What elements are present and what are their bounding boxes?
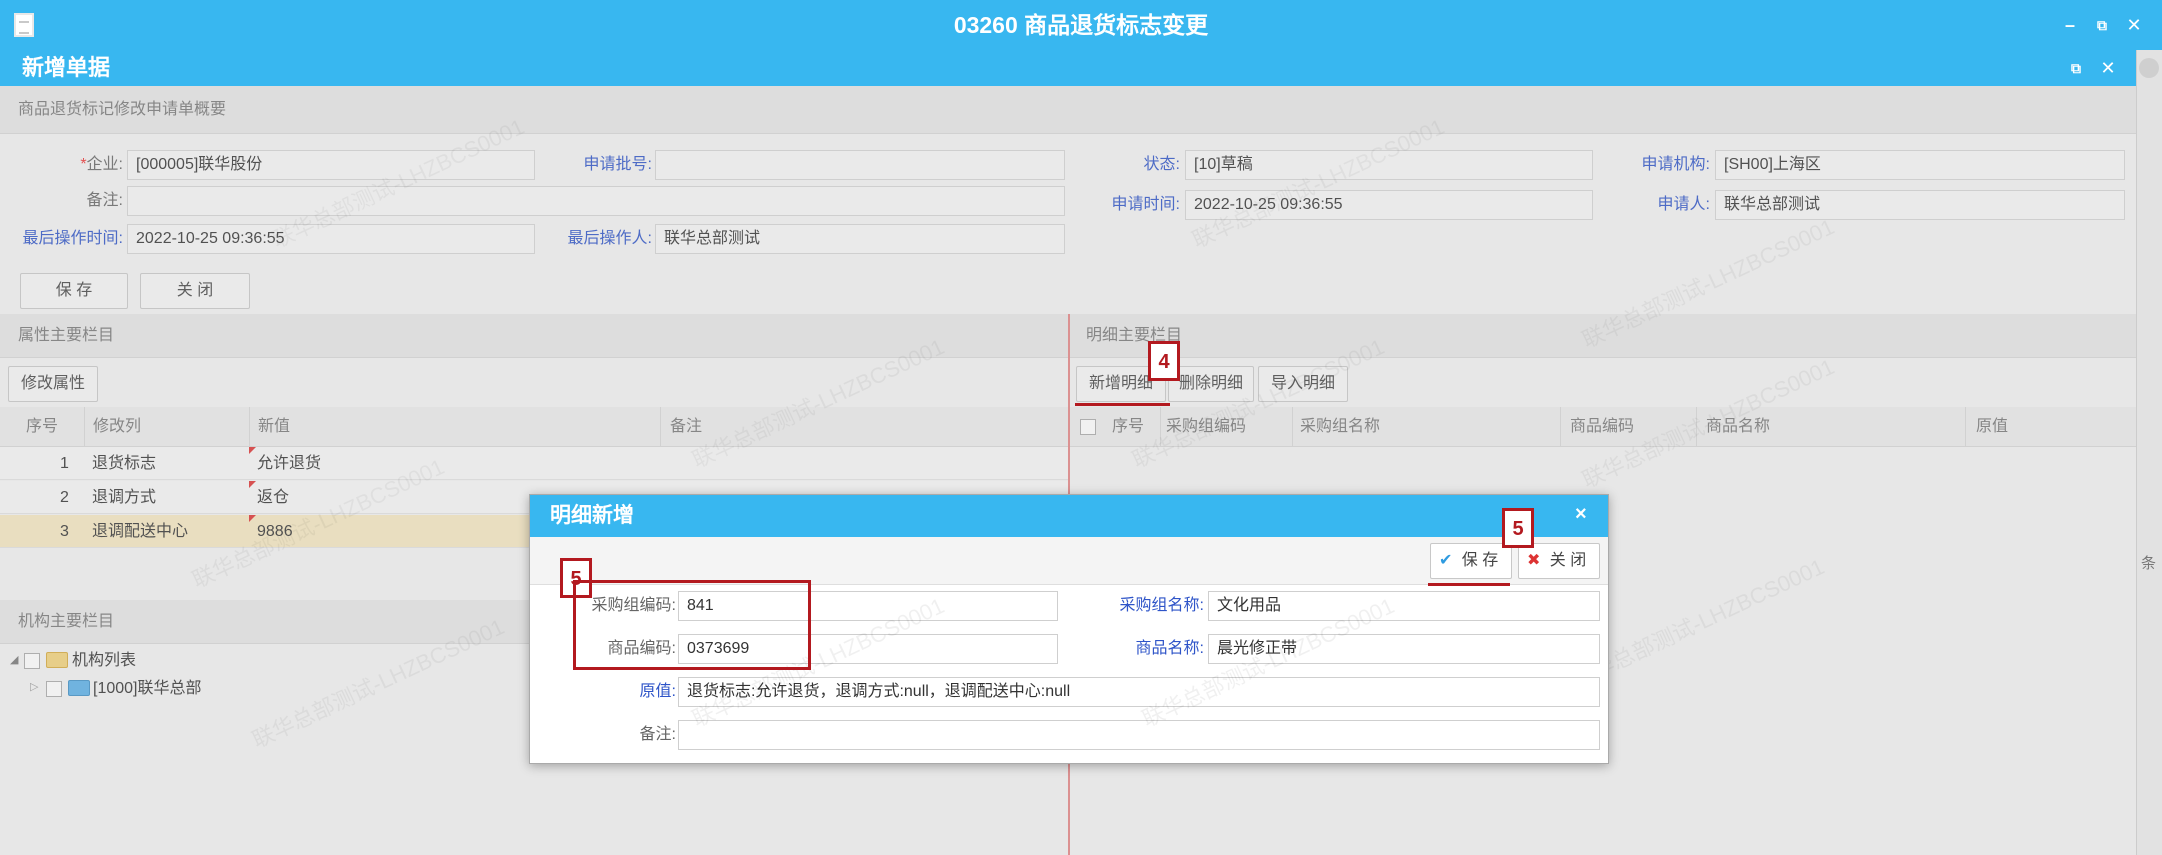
dialog-title: 明细新增 (550, 504, 634, 527)
subwindow-restore-button[interactable]: ⧉ (2064, 58, 2088, 78)
right-scroll-strip: 条 (2136, 50, 2162, 855)
window-title: 03260 商品退货标志变更 (953, 12, 1209, 38)
pg-name-field[interactable]: 文化用品 (1208, 591, 1600, 621)
check-icon: ✔ (1439, 552, 1453, 569)
subwindow-title: 新增单据 (22, 55, 111, 80)
step-5-fields-box (573, 580, 811, 670)
dialog-remark-field[interactable] (678, 720, 1600, 750)
minimize-button[interactable]: – (2058, 15, 2082, 35)
step-4-callout: 4 (1148, 341, 1180, 381)
dialog-close-label: 关 闭 (1549, 552, 1587, 569)
dialog-close-button[interactable]: ✖ 关 闭 (1518, 543, 1600, 579)
dialog-save-button[interactable]: ✔ 保 存 (1430, 543, 1512, 579)
subwindow-titlebar: 新增单据 ⧉ ✕ (0, 50, 2136, 86)
close-window-button[interactable]: ✕ (2122, 15, 2146, 35)
restore-button[interactable]: ⧉ (2090, 15, 2114, 35)
dialog-titlebar: 明细新增 × (530, 495, 1608, 537)
dialog-save-label: 保 存 (1461, 552, 1499, 569)
window-titlebar: 03260 商品退货标志变更 – ⧉ ✕ (0, 0, 2162, 50)
pg-name-label: 采购组名称: (1119, 597, 1204, 614)
step-5-callout-save: 5 (1502, 508, 1534, 548)
step-4-underline (1075, 403, 1170, 406)
close-x-icon: ✖ (1527, 552, 1541, 569)
orig-value-label: 原值: (639, 683, 676, 700)
subwindow-close-button[interactable]: ✕ (2096, 58, 2120, 78)
item-name-field[interactable]: 晨光修正带 (1208, 634, 1600, 664)
scroll-top-icon[interactable] (2139, 58, 2159, 78)
dialog-toolbar: ✔ 保 存 ✖ 关 闭 (530, 537, 1608, 585)
step-5-underline (1428, 583, 1510, 586)
right-strip-label: 条 (2141, 555, 2157, 572)
orig-value-field[interactable]: 退货标志:允许退货，退调方式:null，退调配送中心:null (678, 677, 1600, 707)
item-name-label: 商品名称: (1135, 640, 1204, 657)
dialog-remark-label: 备注: (639, 726, 676, 743)
dialog-close-icon[interactable]: × (1575, 503, 1587, 526)
